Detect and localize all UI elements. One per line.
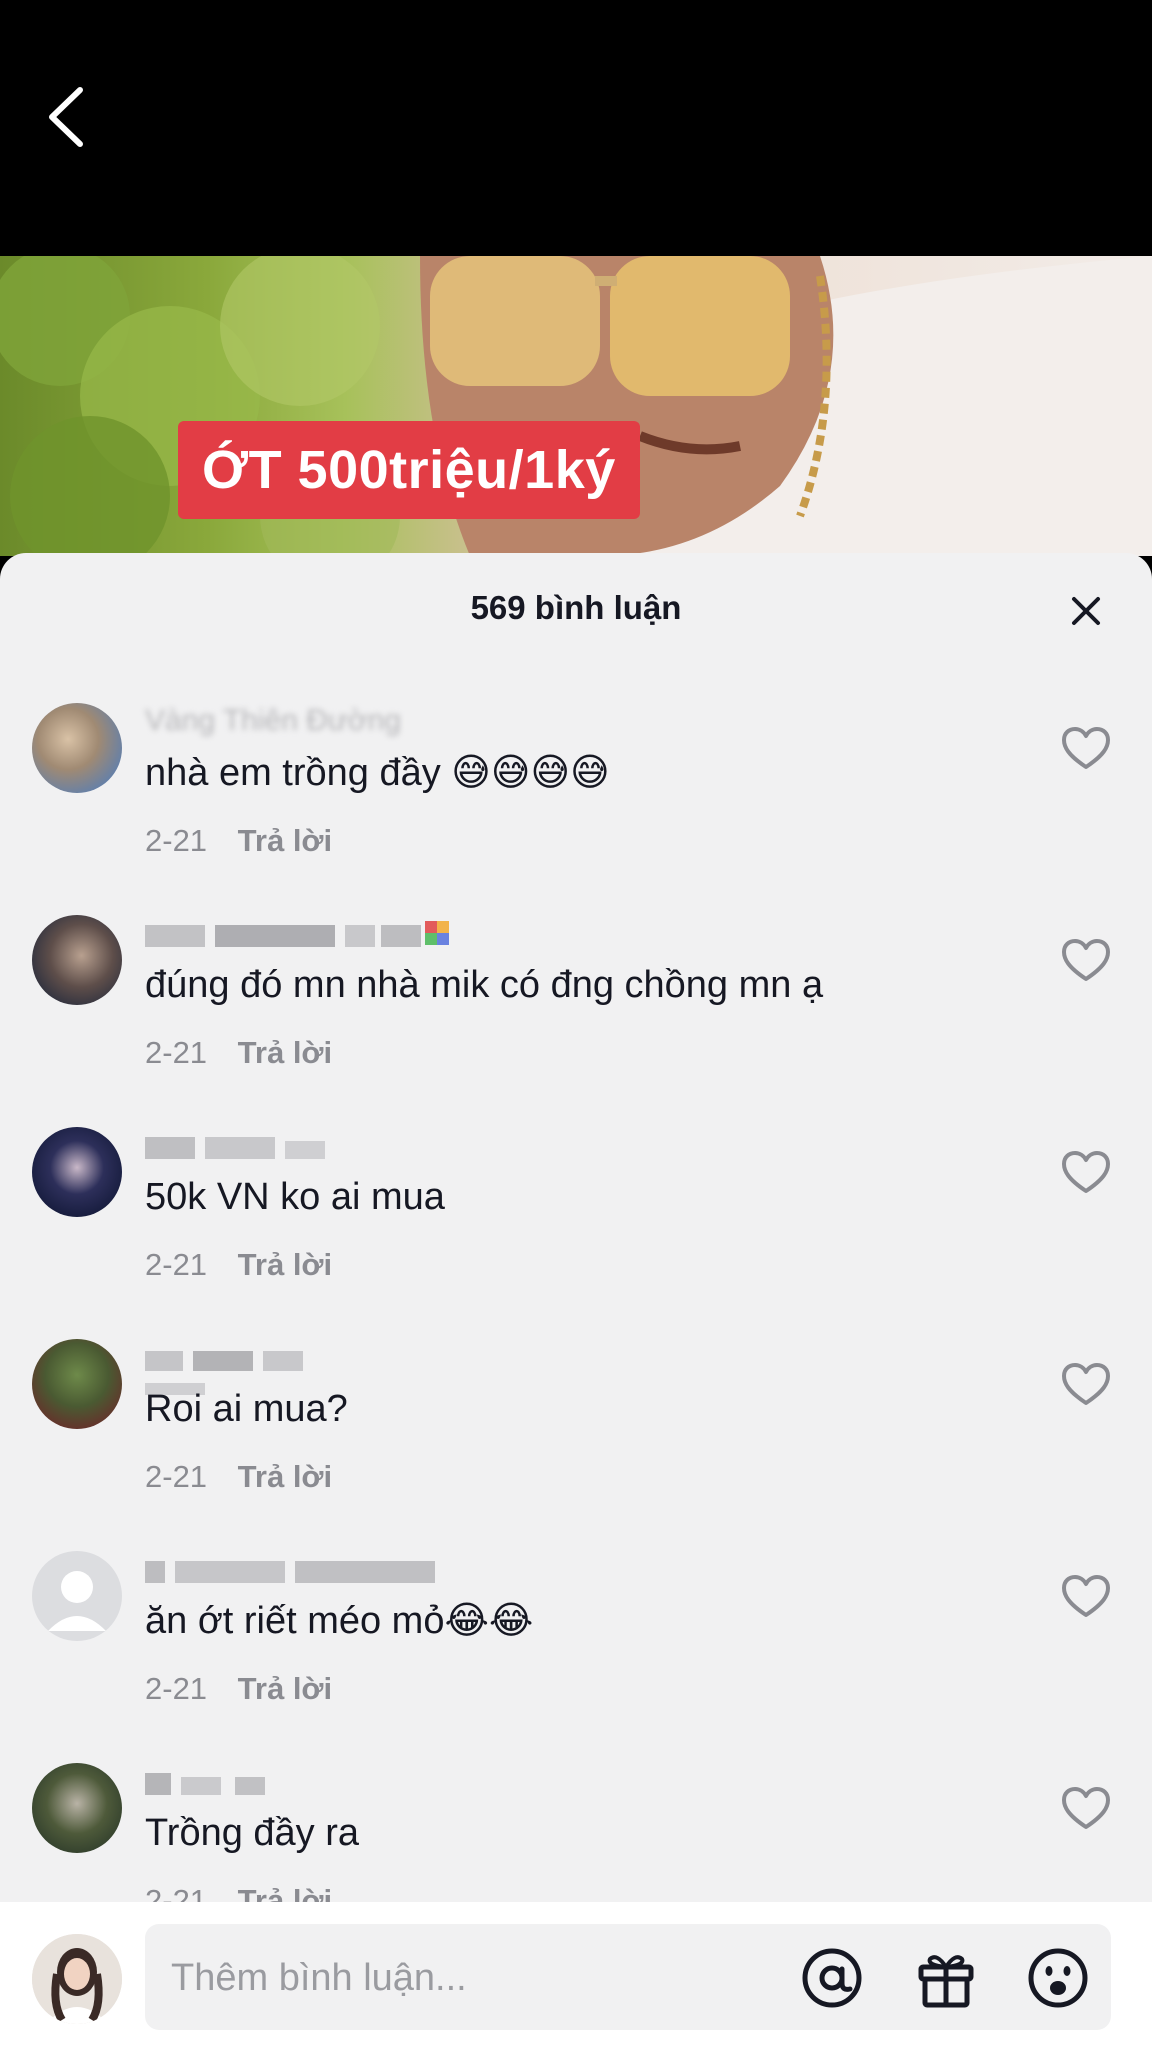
- comment-text: đúng đó mn nhà mik có đng chồng mn ạ: [145, 964, 824, 1006]
- sheet-header: 569 bình luận: [0, 553, 1152, 663]
- comment-date: 2-21: [145, 1247, 208, 1282]
- comment-date: 2-21: [145, 1459, 208, 1494]
- emoji-icon[interactable]: [1027, 1947, 1089, 2009]
- comment-meta: 2-21 Trả lời: [145, 1035, 332, 1071]
- comment-input-box[interactable]: [145, 1924, 1111, 2032]
- comment-item: 50k VN ko ai mua 2-21 Trả lời: [0, 1127, 1152, 1339]
- comment-text: nhà em trồng đầy 😅😅😅😅: [145, 752, 610, 794]
- comment-meta: 2-21 Trả lời: [145, 1247, 332, 1283]
- comment-item: ăn ớt riết méo mỏ😂😂 2-21 Trả lời: [0, 1551, 1152, 1763]
- video-caption: ỚT 500triệu/1ký: [178, 421, 640, 519]
- comment-item: đúng đó mn nhà mik có đng chồng mn ạ 2-2…: [0, 915, 1152, 1127]
- comment-text: Roi ai mua?: [145, 1388, 348, 1430]
- gift-icon[interactable]: [915, 1947, 977, 2009]
- comment-meta: 2-21 Trả lời: [145, 1671, 332, 1707]
- avatar[interactable]: [32, 1339, 122, 1429]
- heart-outline-icon[interactable]: [1058, 1569, 1114, 1625]
- video-preview[interactable]: ỚT 500triệu/1ký: [0, 256, 1152, 556]
- reply-button[interactable]: Trả lời: [238, 1671, 332, 1706]
- comment-input[interactable]: [169, 1924, 813, 2032]
- comment-text: Trồng đầy ra: [145, 1812, 360, 1854]
- avatar[interactable]: [32, 1763, 122, 1853]
- reply-button[interactable]: Trả lời: [238, 1035, 332, 1070]
- default-avatar[interactable]: [32, 1551, 122, 1641]
- my-avatar-illustration: [32, 1934, 122, 2024]
- comment-meta: 2-21 Trả lời: [145, 1459, 332, 1495]
- blurred-username-placeholder: [145, 921, 449, 947]
- at-sign-icon[interactable]: [801, 1947, 863, 2009]
- comment-meta: 2-21 Trả lời: [145, 823, 332, 859]
- close-icon[interactable]: [1058, 583, 1114, 639]
- comment-item: Roi ai mua? 2-21 Trả lời: [0, 1339, 1152, 1551]
- comment-date: 2-21: [145, 823, 208, 858]
- top-bar: [0, 0, 1152, 256]
- avatar[interactable]: [32, 703, 122, 793]
- back-arrow-icon[interactable]: [38, 80, 98, 154]
- comment-text: 50k VN ko ai mua: [145, 1176, 445, 1218]
- comment-username[interactable]: Vàng Thiên Đường: [145, 701, 401, 741]
- comment-input-bar: [0, 1902, 1152, 2048]
- reply-button[interactable]: Trả lời: [238, 1459, 332, 1494]
- comment-text: ăn ớt riết méo mỏ😂😂: [145, 1600, 534, 1642]
- reply-button[interactable]: Trả lời: [238, 1247, 332, 1282]
- comment-item: Vàng Thiên Đường nhà em trồng đầy 😅😅😅😅 2…: [0, 703, 1152, 915]
- heart-outline-icon[interactable]: [1058, 1145, 1114, 1201]
- user-silhouette-icon: [48, 1571, 106, 1631]
- comment-date: 2-21: [145, 1671, 208, 1706]
- blurred-username-placeholder: [145, 1137, 325, 1159]
- heart-outline-icon[interactable]: [1058, 1781, 1114, 1837]
- reply-button[interactable]: Trả lời: [238, 823, 332, 858]
- avatar[interactable]: [32, 1127, 122, 1217]
- blurred-username-placeholder: [145, 1561, 435, 1583]
- comment-sheet: 569 bình luận Vàng Thiên Đường nhà em tr…: [0, 553, 1152, 2048]
- heart-outline-icon[interactable]: [1058, 721, 1114, 777]
- heart-outline-icon[interactable]: [1058, 1357, 1114, 1413]
- heart-outline-icon[interactable]: [1058, 933, 1114, 989]
- app-root: ỚT 500triệu/1ký 569 bình luận Vàng Thiên…: [0, 0, 1152, 2048]
- avatar[interactable]: [32, 915, 122, 1005]
- blurred-username-placeholder: [145, 1773, 265, 1795]
- comment-date: 2-21: [145, 1035, 208, 1070]
- comment-count-title: 569 bình luận: [470, 589, 682, 626]
- my-avatar[interactable]: [32, 1934, 122, 2024]
